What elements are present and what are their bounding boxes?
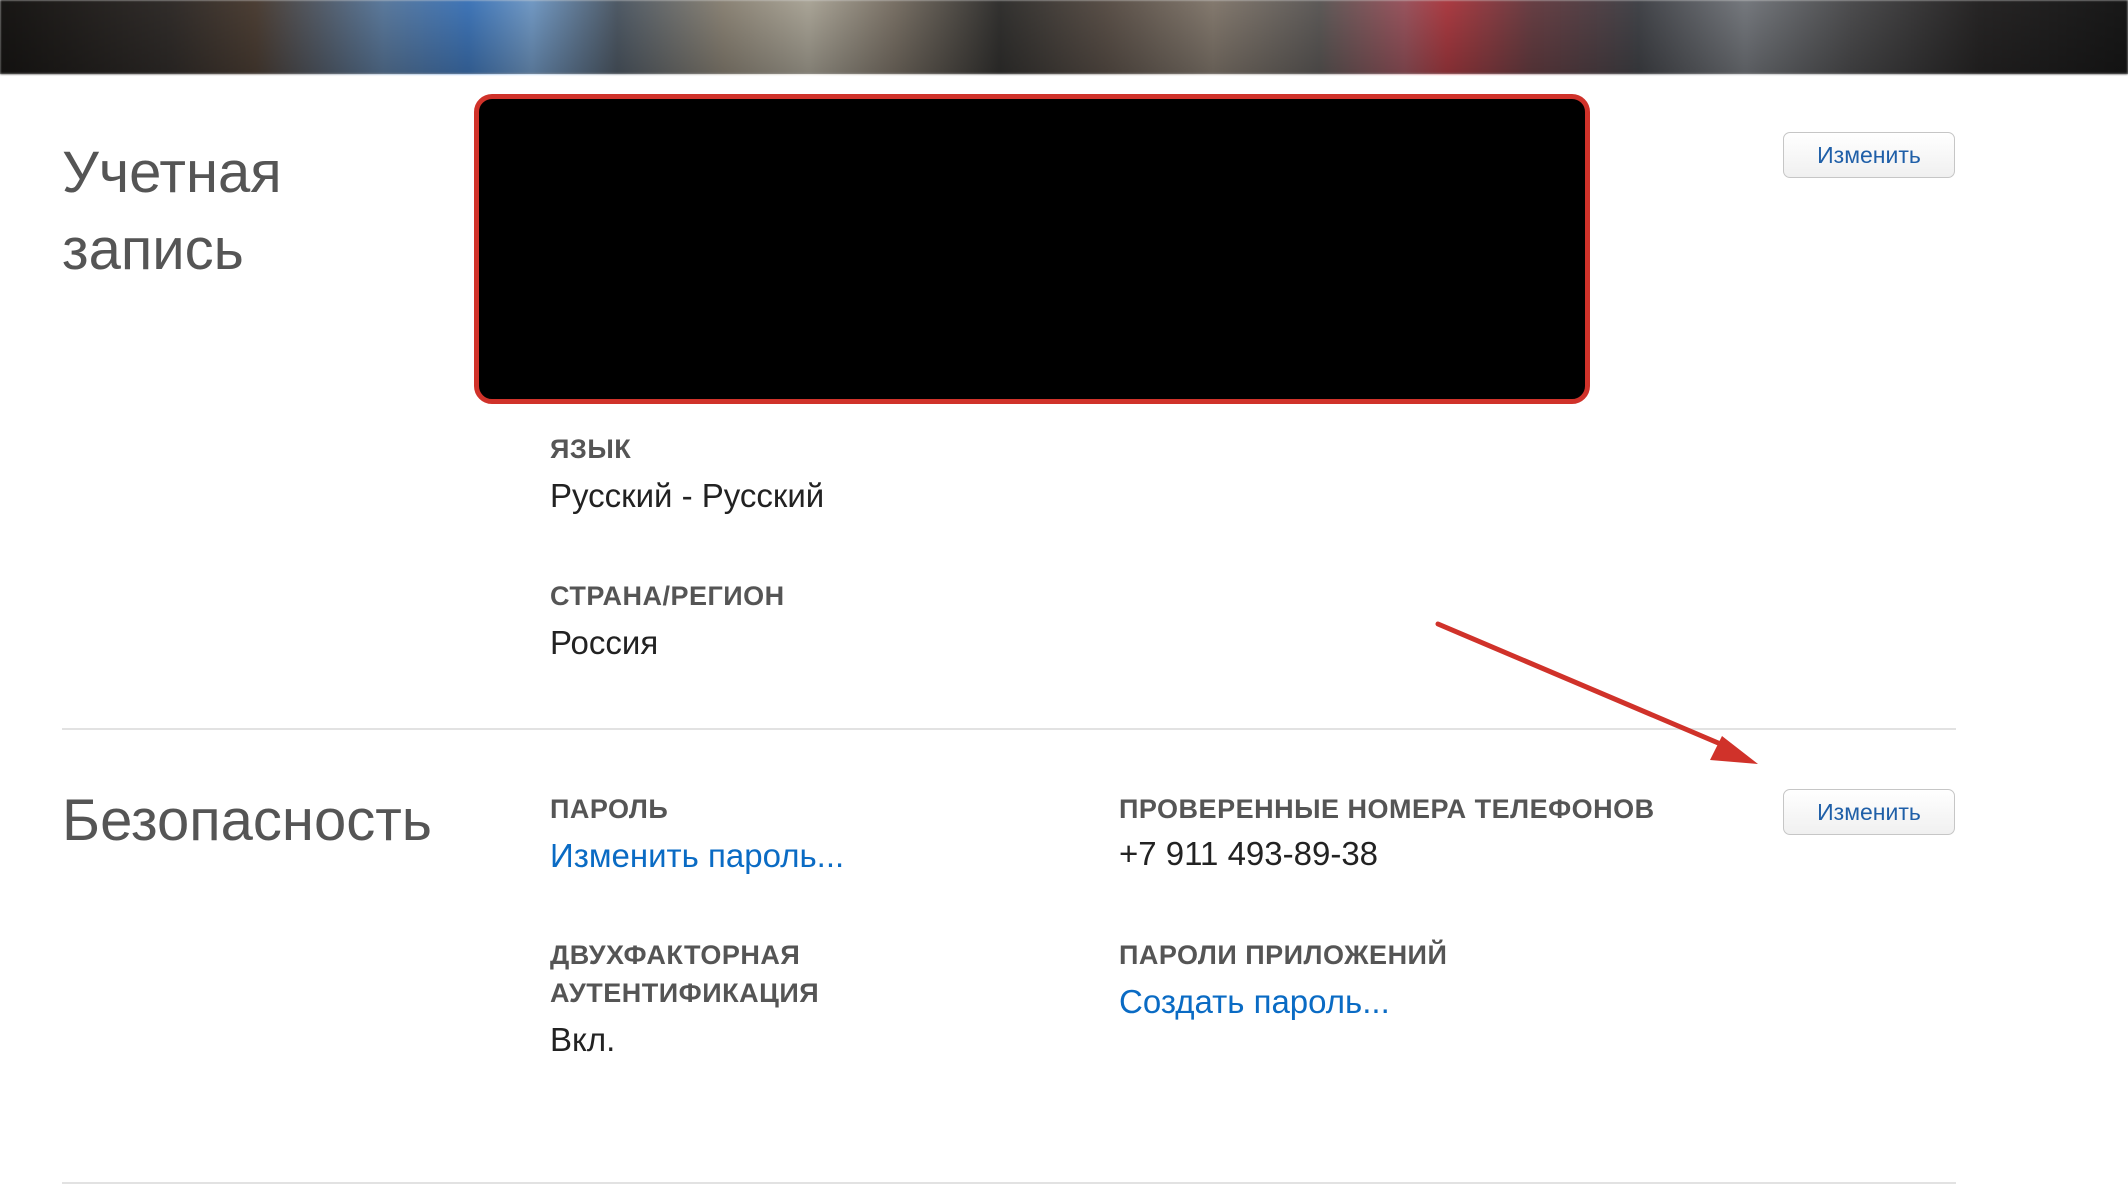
apple-id-account-page: Учетная запись Изменить ЯЗЫК Русский - Р… [0, 0, 2128, 1188]
security-edit-button[interactable]: Изменить [1783, 789, 1955, 835]
change-password-link[interactable]: Изменить пароль... [550, 834, 844, 878]
account-edit-button[interactable]: Изменить [1783, 132, 1955, 178]
create-app-password-link[interactable]: Создать пароль... [1119, 980, 1390, 1024]
two-factor-value: Вкл. [550, 1021, 616, 1058]
security-section-title: Безопасность [62, 788, 432, 853]
section-divider-bottom [62, 1182, 1956, 1184]
account-section-title: Учетная запись [62, 140, 282, 282]
redacted-account-info [474, 94, 1590, 404]
country-value: Россия [550, 624, 659, 661]
section-divider [62, 728, 1956, 730]
language-value: Русский - Русский [550, 477, 825, 514]
app-passwords-label: ПАРОЛИ ПРИЛОЖЕНИЙ [1119, 940, 1448, 970]
password-label: ПАРОЛЬ [550, 794, 669, 824]
trusted-phones-label: ПРОВЕРЕННЫЕ НОМЕРА ТЕЛЕФОНОВ [1119, 794, 1655, 824]
language-label: ЯЗЫК [550, 434, 632, 464]
country-label: СТРАНА/РЕГИОН [550, 581, 785, 611]
two-factor-label: ДВУХФАКТОРНАЯ АУТЕНТИФИКАЦИЯ [550, 940, 820, 1008]
top-banner-shade [0, 0, 2128, 74]
trusted-phone-value: +7 911 493-89-38 [1119, 835, 1379, 872]
